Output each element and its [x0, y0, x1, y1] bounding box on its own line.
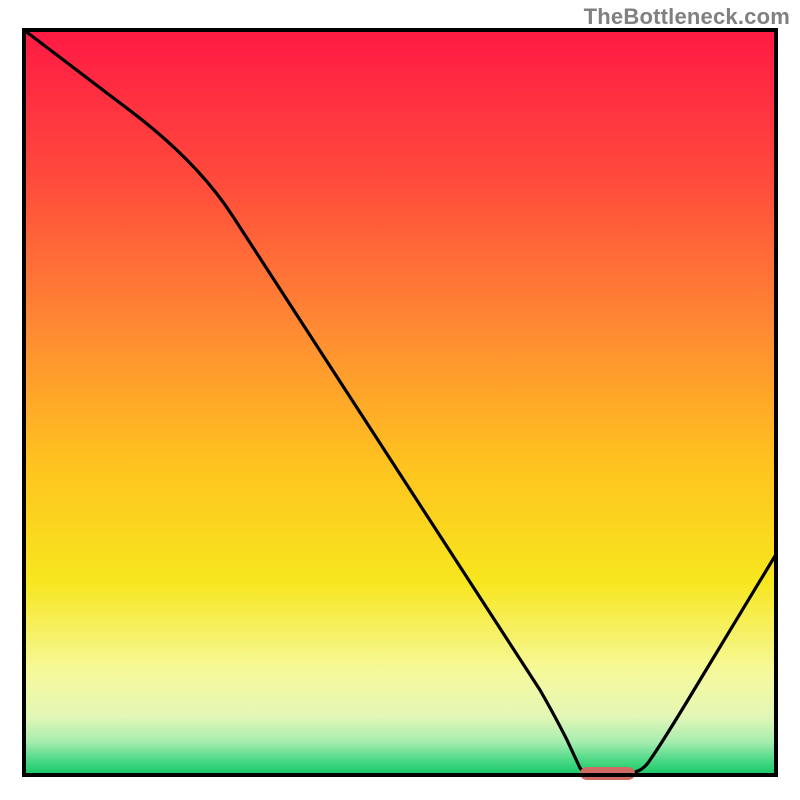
chart-canvas: TheBottleneck.com: [0, 0, 800, 800]
chart-svg: [0, 0, 800, 800]
gradient-background: [24, 30, 776, 775]
